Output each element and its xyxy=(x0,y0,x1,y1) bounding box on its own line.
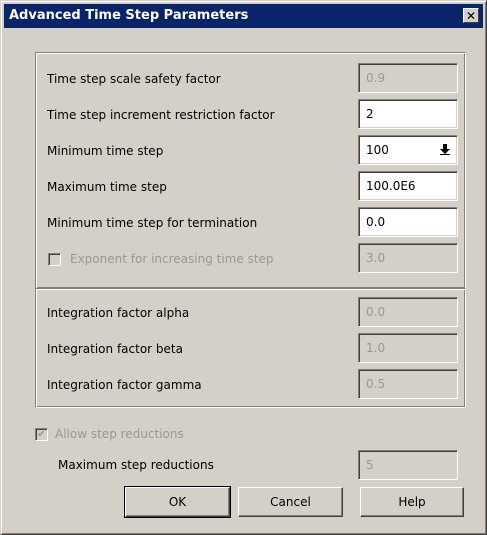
label-increment-restriction-factor: Time step increment restriction factor xyxy=(47,108,275,122)
label-integration-beta: Integration factor beta xyxy=(47,342,183,356)
down-arrow-icon[interactable] xyxy=(439,143,451,156)
help-button[interactable]: Help xyxy=(360,487,464,517)
label-integration-gamma: Integration factor gamma xyxy=(47,378,202,392)
label-allow-step-reductions: Allow step reductions xyxy=(55,427,184,441)
exponent-checkbox xyxy=(48,253,61,266)
minimum-time-step-value: 100 xyxy=(366,143,389,157)
maximum-time-step-field[interactable]: 100.0E6 xyxy=(358,171,458,201)
label-minimum-time-step: Minimum time step xyxy=(47,144,164,158)
close-button[interactable]: ✕ xyxy=(463,8,479,23)
title-bar[interactable]: Advanced Time Step Parameters ✕ xyxy=(4,4,483,28)
label-exponent-increasing-time-step: Exponent for increasing time step xyxy=(70,252,274,266)
maximum-step-reductions-field: 5 xyxy=(358,450,458,480)
label-scale-safety-factor: Time step scale safety factor xyxy=(47,72,221,86)
ok-button[interactable]: OK xyxy=(124,486,231,518)
label-maximum-time-step: Maximum time step xyxy=(47,180,167,194)
integration-gamma-field: 0.5 xyxy=(358,369,458,399)
integration-beta-field: 1.0 xyxy=(358,333,458,363)
label-min-time-step-termination: Minimum time step for termination xyxy=(47,216,258,230)
checkmark-icon: ✔ xyxy=(37,429,46,440)
allow-step-reductions-checkbox: ✔ xyxy=(35,428,48,441)
label-integration-alpha: Integration factor alpha xyxy=(47,306,190,320)
window-title: Advanced Time Step Parameters xyxy=(9,8,249,23)
cancel-button-label: Cancel xyxy=(270,495,311,509)
increment-restriction-factor-field[interactable]: 2 xyxy=(358,99,458,129)
min-time-step-termination-field[interactable]: 0.0 xyxy=(358,207,458,237)
exponent-field: 3.0 xyxy=(358,243,458,273)
minimum-time-step-field[interactable]: 100 xyxy=(358,135,458,165)
ok-button-label: OK xyxy=(168,495,187,509)
close-icon: ✕ xyxy=(465,8,477,23)
scale-safety-factor-field: 0.9 xyxy=(358,63,458,93)
integration-alpha-field: 0.0 xyxy=(358,297,458,327)
advanced-time-step-dialog: Advanced Time Step Parameters ✕ Time ste… xyxy=(0,0,487,535)
cancel-button[interactable]: Cancel xyxy=(238,487,343,517)
help-button-label: Help xyxy=(398,495,426,509)
label-maximum-step-reductions: Maximum step reductions xyxy=(58,458,214,472)
